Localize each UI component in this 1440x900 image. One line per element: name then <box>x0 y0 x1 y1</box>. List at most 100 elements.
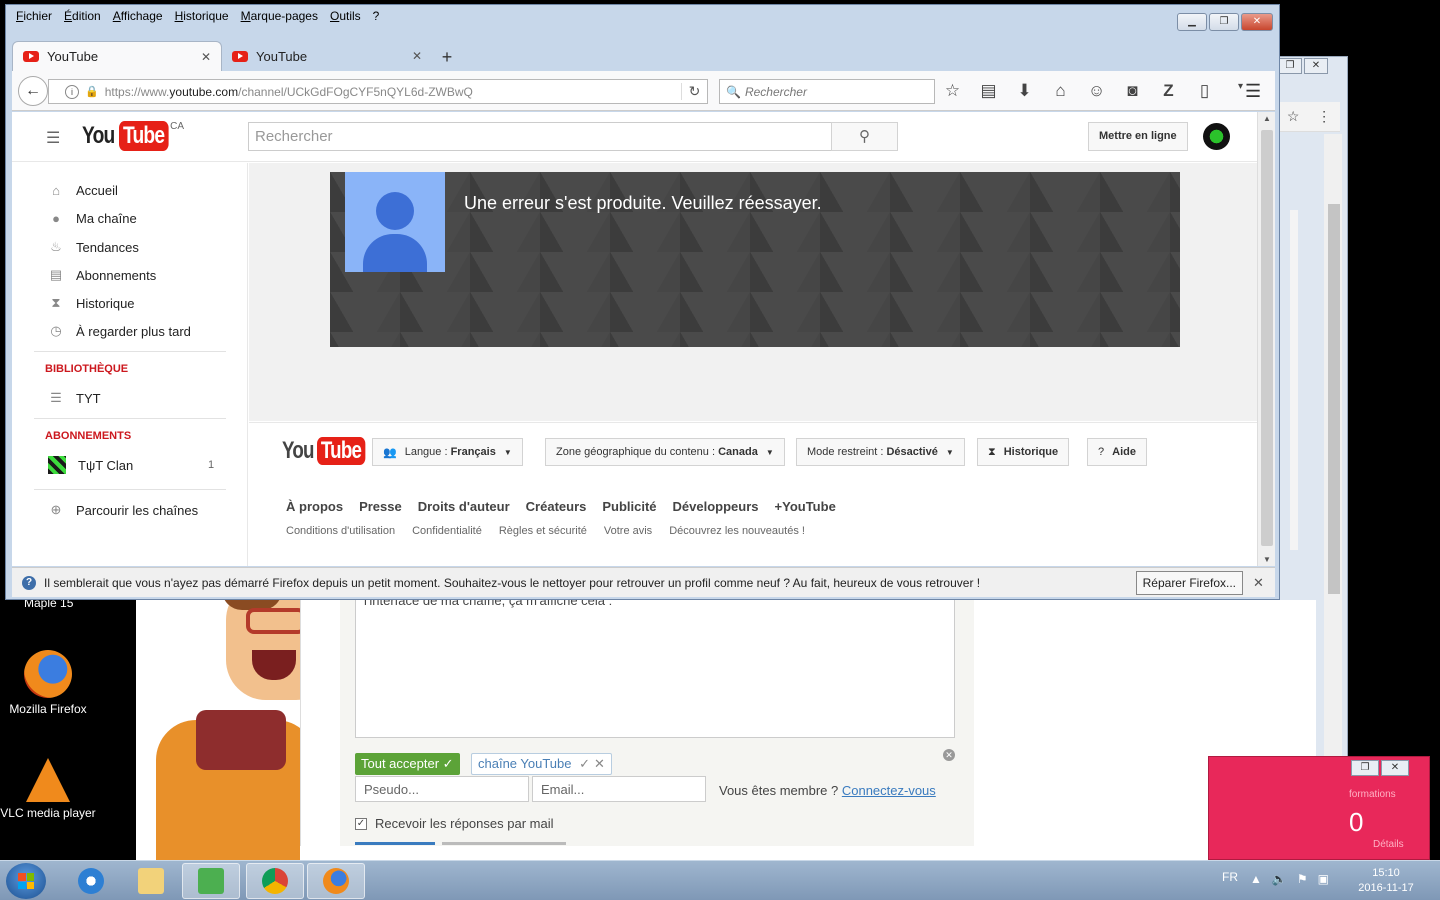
start-button[interactable] <box>6 863 46 899</box>
taskbar-internet-explorer[interactable] <box>62 863 120 899</box>
close-icon[interactable]: ✕ <box>1241 13 1273 31</box>
guide-item-historique[interactable]: ⧗ Historique <box>48 295 134 311</box>
restricted-mode-button[interactable]: Mode restreint : Désactivé ▼ <box>796 438 965 466</box>
tag-chip[interactable]: chaîne YouTube ✓ ✕ <box>471 753 612 775</box>
close-tab-icon[interactable]: ✕ <box>412 49 422 63</box>
guide-item-tendances[interactable]: ♨ Tendances <box>48 239 139 255</box>
channel-avatar-placeholder[interactable] <box>345 172 445 272</box>
guide-item-tyt[interactable]: ☰ TYT <box>48 390 100 406</box>
desktop-icon-firefox[interactable]: Mozilla Firefox <box>0 650 98 716</box>
youtube-logo[interactable]: You Tube CA <box>82 121 184 151</box>
volume-icon[interactable]: 🔈 <box>1272 872 1287 886</box>
accept-all-button[interactable]: Tout accepter ✓ <box>355 753 460 775</box>
menu-affichage[interactable]: Affichage <box>113 9 163 23</box>
footer-link-feedback[interactable]: Votre avis <box>604 525 652 537</box>
network-icon[interactable]: ▣ <box>1318 872 1329 886</box>
menu-dots-icon[interactable]: ⋮ <box>1317 108 1331 125</box>
taskbar-maps-app[interactable] <box>182 863 240 899</box>
star-icon[interactable]: ☆ <box>1287 108 1300 125</box>
antivirus-details-link[interactable]: Détails <box>1373 839 1404 850</box>
guide-item-accueil[interactable]: ⌂ Accueil <box>48 183 118 198</box>
home-icon[interactable]: ⌂ <box>1050 81 1071 101</box>
footer-logo[interactable]: You Tube <box>282 437 378 465</box>
download-icon[interactable]: ⬇ <box>1014 81 1035 101</box>
upload-button[interactable]: Mettre en ligne <box>1088 122 1188 151</box>
tab-youtube-active[interactable]: YouTube ✕ <box>12 41 222 71</box>
bookmarks-list-icon[interactable]: ▤ <box>978 81 999 101</box>
menu-help[interactable]: ? <box>373 9 380 23</box>
subscriptions-heading[interactable]: ABONNEMENTS <box>45 430 131 442</box>
footer-link-about[interactable]: À propos <box>286 499 343 514</box>
youtube-search-input[interactable]: Rechercher <box>248 122 832 151</box>
close-icon[interactable]: ✕ <box>943 749 955 761</box>
help-button[interactable]: ? Aide <box>1087 438 1147 466</box>
browse-channels-item[interactable]: ⊕ Parcourir les chaînes <box>48 502 199 518</box>
menu-edition[interactable]: Édition <box>64 9 101 23</box>
footer-link-whats-new[interactable]: Découvrez les nouveautés ! <box>669 525 805 537</box>
remove-tag-icon[interactable]: ✕ <box>594 756 605 771</box>
footer-link-terms[interactable]: Conditions d'utilisation <box>286 525 395 537</box>
language-button[interactable]: 👥 Langue : Français ▼ <box>372 438 523 466</box>
tray-expand-icon[interactable]: ▲ <box>1250 872 1262 886</box>
close-icon[interactable]: ✕ <box>1381 760 1409 776</box>
background-scroll-thumb[interactable] <box>1328 204 1340 594</box>
taskbar-firefox[interactable] <box>307 863 365 899</box>
menu-historique[interactable]: Historique <box>175 9 229 23</box>
reply-textarea[interactable]: l'interface de ma chaîne, ça m'affiche c… <box>355 593 955 738</box>
guide-item-ma-chaine[interactable]: ● Ma chaîne <box>48 211 137 226</box>
login-link[interactable]: Connectez-vous <box>842 783 936 798</box>
history-button[interactable]: ⧗ Historique <box>977 438 1070 466</box>
footer-link-policy[interactable]: Règles et sécurité <box>499 525 587 537</box>
action-center-icon[interactable]: ⚑ <box>1297 872 1308 886</box>
scroll-up-icon[interactable]: ▲ <box>1258 114 1276 123</box>
footer-link-privacy[interactable]: Confidentialité <box>412 525 482 537</box>
scroll-thumb[interactable] <box>1261 130 1273 546</box>
search-bar[interactable]: 🔍 Rechercher <box>719 79 935 104</box>
menu-outils[interactable]: Outils <box>330 9 361 23</box>
language-indicator[interactable]: FR <box>1222 870 1238 884</box>
tab-youtube[interactable]: YouTube ✕ <box>222 41 432 71</box>
guide-item-abonnements[interactable]: ▤ Abonnements <box>48 267 156 283</box>
pocket-icon[interactable]: ◙ <box>1122 81 1143 101</box>
clock[interactable]: 15:10 2016-11-17 <box>1352 866 1420 896</box>
library-heading[interactable]: BIBLIOTHÈQUE <box>45 363 128 375</box>
footer-link-developers[interactable]: Développeurs <box>673 499 759 514</box>
taskbar-file-explorer[interactable] <box>122 863 180 899</box>
repair-firefox-button[interactable]: Réparer Firefox... <box>1135 570 1243 595</box>
scroll-down-icon[interactable]: ▼ <box>1258 555 1276 564</box>
restore-icon[interactable]: ❐ <box>1351 760 1379 776</box>
close-icon[interactable]: ✕ <box>1253 575 1269 591</box>
guide-menu-icon[interactable]: ☰ <box>46 128 60 148</box>
zotero-icon[interactable]: Z <box>1158 81 1179 101</box>
email-field[interactable]: Email... <box>532 776 706 802</box>
receive-mail-option[interactable]: ✓ Recevoir les réponses par mail <box>355 816 553 831</box>
footer-link-advertise[interactable]: Publicité <box>602 499 656 514</box>
footer-link-creators[interactable]: Créateurs <box>526 499 587 514</box>
info-icon[interactable]: i <box>65 84 79 99</box>
maximize-icon[interactable]: ❐ <box>1209 13 1239 31</box>
youtube-search-button[interactable]: ⚲ <box>831 122 898 151</box>
desktop-icon-vlc[interactable]: VLC media player <box>0 758 98 820</box>
lock-icon[interactable]: 🔒 <box>85 85 99 98</box>
hello-icon[interactable]: ☺ <box>1086 81 1107 101</box>
reload-icon[interactable]: ↻ <box>681 83 707 100</box>
menu-icon[interactable]: ☰ <box>1245 81 1261 102</box>
menu-marque-pages[interactable]: Marque-pages <box>241 9 318 23</box>
checkbox[interactable]: ✓ <box>355 817 367 830</box>
guide-item-watch-later[interactable]: ◷ À regarder plus tard <box>48 323 191 339</box>
restore-icon[interactable]: ❐ <box>1278 58 1302 74</box>
close-tab-icon[interactable]: ✕ <box>201 50 211 64</box>
footer-link-plus-youtube[interactable]: +YouTube <box>775 499 836 514</box>
back-button[interactable]: ← <box>18 76 48 106</box>
bookmark-star-icon[interactable]: ☆ <box>942 81 963 101</box>
avatar[interactable] <box>1203 123 1230 150</box>
page-scrollbar[interactable]: ▲ ▼ <box>1257 112 1275 566</box>
url-bar[interactable]: i 🔒 https://www.youtube.com/channel/UCkG… <box>48 79 708 104</box>
pseudo-field[interactable]: Pseudo... <box>355 776 529 802</box>
menu-fichier[interactable]: Fichier <box>16 9 52 23</box>
new-tab-icon[interactable]: + <box>432 43 462 71</box>
close-icon[interactable]: ✕ <box>1304 58 1328 74</box>
footer-link-press[interactable]: Presse <box>359 499 402 514</box>
page-icon[interactable]: ▯ <box>1194 81 1215 101</box>
footer-link-copyright[interactable]: Droits d'auteur <box>418 499 510 514</box>
